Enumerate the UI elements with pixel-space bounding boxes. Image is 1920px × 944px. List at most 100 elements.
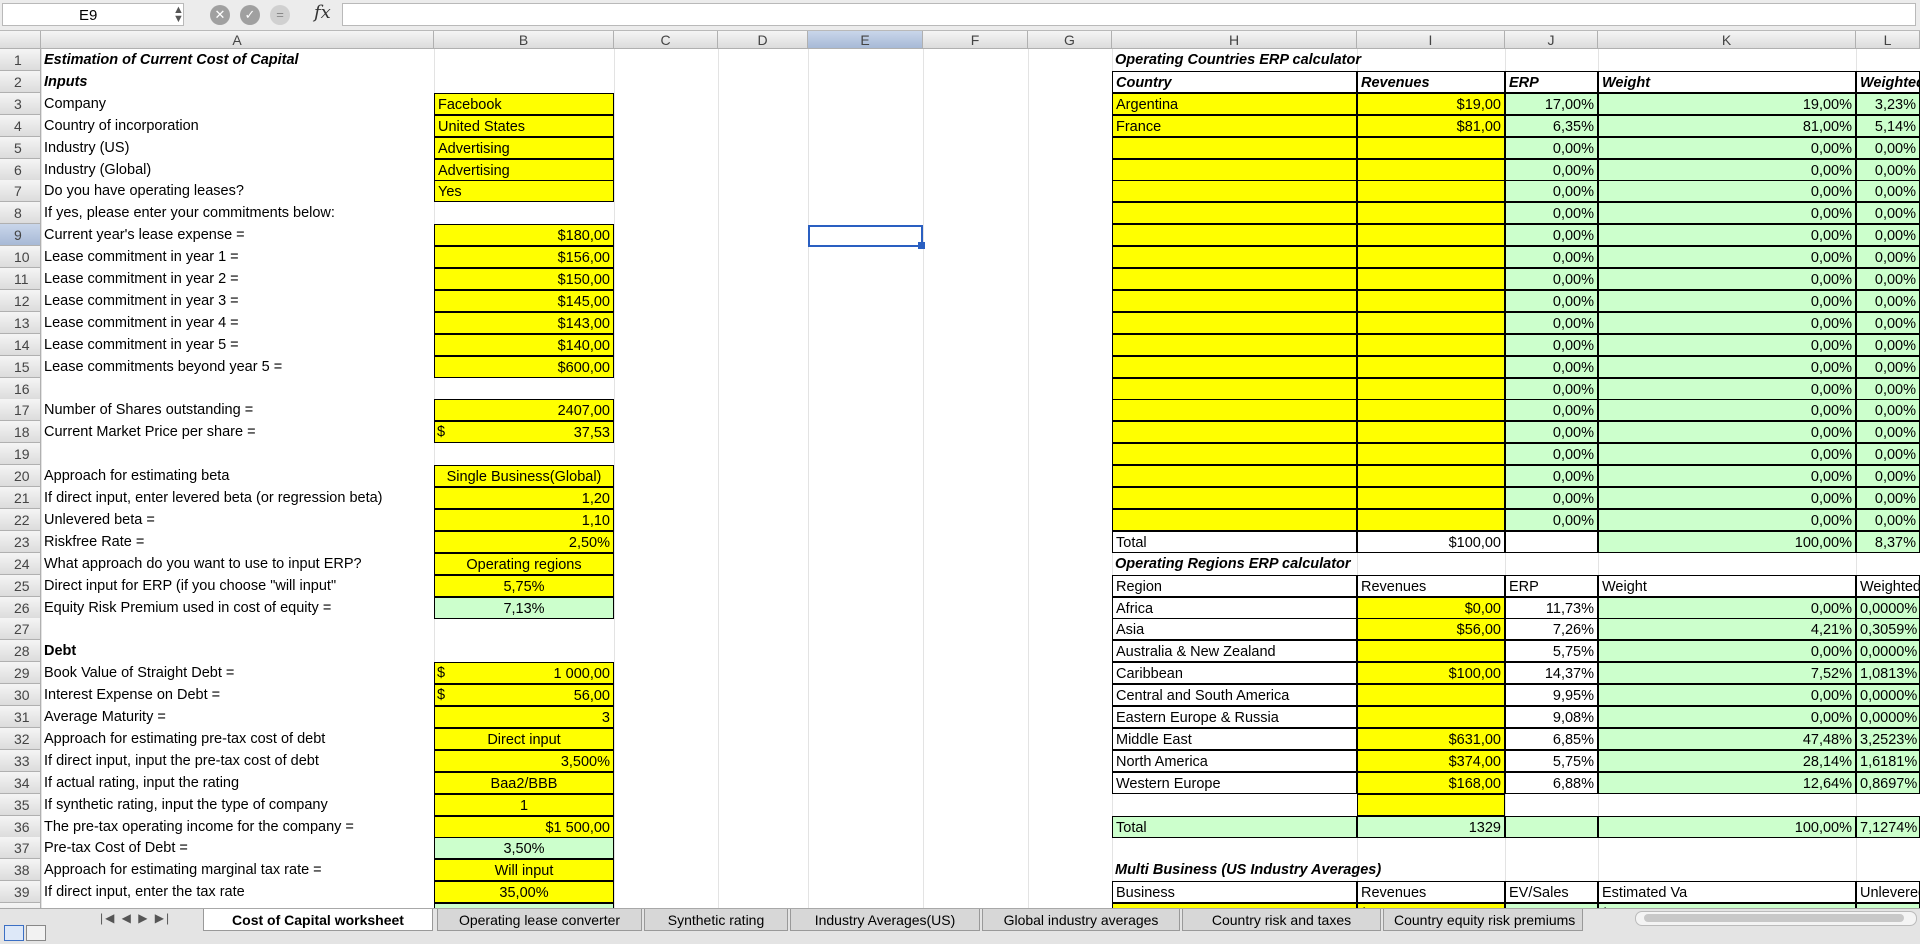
revenue-cell[interactable]	[1357, 246, 1505, 269]
weighted-erp-cell[interactable]: 0,00%	[1856, 465, 1920, 488]
name-box[interactable]: E9 ▲ ▼	[2, 3, 184, 26]
input-value-cell[interactable]: $145,00	[434, 289, 614, 312]
input-value-cell[interactable]: $156,00	[434, 246, 614, 269]
revenue-cell[interactable]	[1357, 443, 1505, 466]
label-cell[interactable]: Direct input for ERP (if you choose "wil…	[41, 575, 434, 597]
label-cell[interactable]: Company	[41, 93, 434, 115]
label-cell[interactable]: Estimation of Current Cost of Capital	[41, 49, 434, 71]
erp-cell[interactable]: 0,00%	[1505, 289, 1598, 312]
label-cell[interactable]: Industry (US)	[41, 137, 434, 159]
weight-cell[interactable]: 0,00%	[1598, 399, 1856, 422]
label-cell[interactable]: Current year's lease expense =	[41, 224, 434, 246]
column-header[interactable]: A	[41, 31, 434, 49]
row-header[interactable]: 10	[0, 246, 41, 269]
revenue-cell[interactable]: $19,00	[1357, 92, 1505, 115]
weight-cell[interactable]: 0,00%	[1598, 421, 1856, 444]
sheet-tab[interactable]: Operating lease converter	[437, 909, 642, 931]
revenue-cell[interactable]: $168,00	[1357, 771, 1505, 794]
sheet-nav-arrows[interactable]: |◀ ◀ ▶ ▶|	[100, 911, 171, 925]
input-value-cell[interactable]: 3,50%	[434, 837, 614, 860]
input-value-cell[interactable]: $140,00	[434, 333, 614, 356]
label-cell[interactable]: If actual rating, input the rating	[41, 772, 434, 794]
column-header[interactable]: B	[434, 31, 614, 49]
weight-cell[interactable]: 7,52%	[1598, 662, 1856, 685]
row-header[interactable]: 4	[0, 114, 41, 137]
column-header[interactable]: K	[1598, 31, 1856, 49]
input-value-cell[interactable]: Advertising	[434, 158, 614, 181]
weighted-erp-cell[interactable]: 1,6181%	[1856, 749, 1920, 772]
input-value-cell[interactable]: United States	[434, 114, 614, 137]
row-header[interactable]: 36	[0, 815, 41, 838]
column-title[interactable]: ERP	[1505, 574, 1598, 597]
weighted-erp-cell[interactable]: 0,00%	[1856, 224, 1920, 247]
erp-cell[interactable]: 6,88%	[1505, 771, 1598, 794]
erp-cell[interactable]: 0,00%	[1505, 465, 1598, 488]
normal-view-icon[interactable]	[4, 925, 24, 941]
weighted-erp-cell[interactable]: 0,8697%	[1856, 771, 1920, 794]
row-header[interactable]: 13	[0, 311, 41, 334]
input-value-cell[interactable]: 35,00%	[434, 881, 614, 904]
erp-cell[interactable]: 7,26%	[1505, 618, 1598, 641]
weight-cell[interactable]: 4,21%	[1598, 618, 1856, 641]
weighted-erp-cell[interactable]: 0,00%	[1856, 180, 1920, 203]
column-header[interactable]: G	[1028, 31, 1112, 49]
country-cell[interactable]	[1112, 202, 1357, 225]
row-header[interactable]: 15	[0, 355, 41, 378]
revenue-cell[interactable]	[1357, 706, 1505, 728]
row-header[interactable]: 20	[0, 465, 41, 488]
revenue-cell[interactable]	[1357, 465, 1505, 488]
country-cell[interactable]	[1112, 377, 1357, 400]
erp-cell[interactable]: 5,75%	[1505, 640, 1598, 663]
row-header[interactable]: 33	[0, 749, 41, 772]
row-header[interactable]: 34	[0, 771, 41, 794]
erp-cell[interactable]: 0,00%	[1505, 246, 1598, 269]
country-cell[interactable]	[1112, 508, 1357, 531]
region-cell[interactable]: Central and South America	[1112, 684, 1357, 707]
weighted-erp-cell[interactable]: 0,00%	[1856, 136, 1920, 159]
sheet-tab[interactable]: Industry Averages(US)	[790, 909, 980, 931]
sheet-tab[interactable]: Synthetic rating	[644, 909, 788, 931]
label-cell[interactable]: Do you have operating leases?	[41, 180, 434, 202]
label-cell[interactable]: Equity Risk Premium used in cost of equi…	[41, 597, 434, 619]
weighted-erp-cell[interactable]: 0,00%	[1856, 508, 1920, 531]
column-header[interactable]: I	[1357, 31, 1505, 49]
weighted-erp-cell[interactable]: 0,00%	[1856, 487, 1920, 509]
weight-cell[interactable]: 47,48%	[1598, 727, 1856, 750]
region-cell[interactable]: Australia & New Zealand	[1112, 640, 1357, 663]
erp-cell[interactable]: 0,00%	[1505, 268, 1598, 290]
weighted-erp-cell[interactable]: 3,23%	[1856, 92, 1920, 115]
input-value-cell[interactable]: 1,10	[434, 508, 614, 531]
function-wizard-icon[interactable]: =	[270, 5, 290, 25]
revenue-cell[interactable]	[1357, 136, 1505, 159]
fill-handle[interactable]	[918, 242, 925, 249]
row-header[interactable]: 2	[0, 70, 41, 93]
input-value-cell[interactable]: 5,75%	[434, 574, 614, 597]
country-cell[interactable]: Argentina	[1112, 92, 1357, 115]
erp-cell[interactable]: 9,95%	[1505, 684, 1598, 707]
column-header[interactable]: E	[808, 31, 923, 49]
weight-cell[interactable]: 12,64%	[1598, 771, 1856, 794]
row-header[interactable]: 23	[0, 530, 41, 553]
revenue-cell[interactable]	[1357, 640, 1505, 663]
revenue-cell[interactable]: $631,00	[1357, 727, 1505, 750]
label-cell[interactable]: Riskfree Rate =	[41, 531, 434, 553]
weight-cell[interactable]: 0,00%	[1598, 268, 1856, 290]
row-header[interactable]: 7	[0, 180, 41, 203]
weighted-erp-cell[interactable]: 0,00%	[1856, 333, 1920, 356]
column-title[interactable]: Business	[1112, 881, 1357, 904]
label-cell[interactable]: Book Value of Straight Debt =	[41, 662, 434, 684]
label-cell[interactable]: Approach for estimating pre-tax cost of …	[41, 728, 434, 750]
label-cell[interactable]: If synthetic rating, input the type of c…	[41, 794, 434, 816]
input-value-cell[interactable]: Baa2/BBB	[434, 771, 614, 794]
column-title[interactable]: Country	[1112, 70, 1357, 93]
erp-cell[interactable]: 17,00%	[1505, 92, 1598, 115]
label-cell[interactable]: If yes, please enter your commitments be…	[41, 202, 434, 224]
input-value-cell[interactable]: 2,50%	[434, 530, 614, 553]
label-cell[interactable]: If direct input, enter levered beta (or …	[41, 487, 434, 509]
input-value-cell[interactable]: Will input	[434, 859, 614, 882]
input-value-cell[interactable]: Yes	[434, 180, 614, 203]
row-header[interactable]: 38	[0, 859, 41, 882]
row-header[interactable]: 32	[0, 727, 41, 750]
sheet-tab[interactable]: Country equity risk premiums	[1383, 909, 1583, 931]
column-header[interactable]: F	[923, 31, 1028, 49]
